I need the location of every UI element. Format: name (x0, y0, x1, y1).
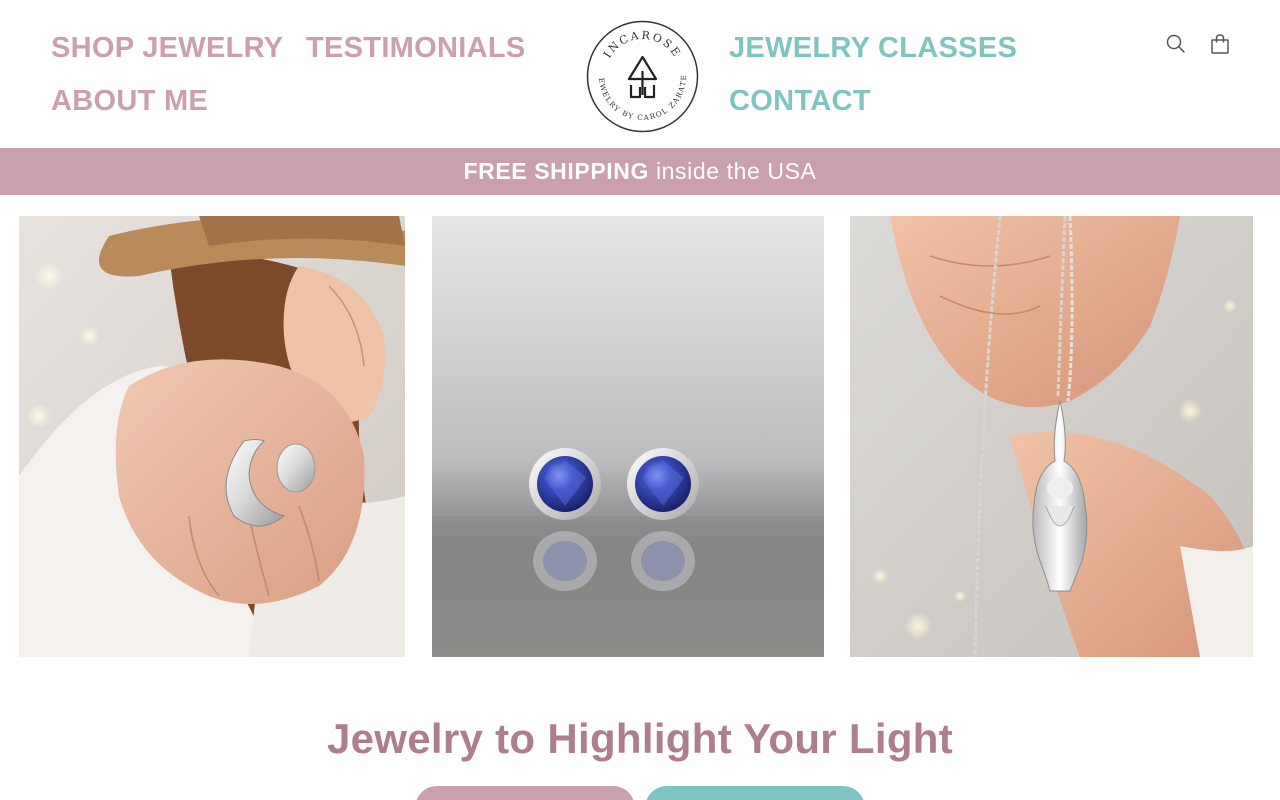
incarose-monogram-logo-icon: INCAROSE JEWELRY BY CAROL ZARATE (582, 12, 699, 133)
cart-button[interactable] (1207, 31, 1233, 57)
nav-testimonials[interactable]: TESTIMONIALS (306, 34, 526, 63)
classes-cta-button[interactable] (645, 786, 865, 800)
cart-icon (1211, 34, 1229, 54)
announcement-bold: FREE SHIPPING (463, 158, 649, 184)
nav-shop-jewelry[interactable]: SHOP JEWELRY (51, 34, 283, 63)
site-header: SHOP JEWELRY TESTIMONIALS ABOUT ME INCAR… (0, 0, 1280, 148)
search-button[interactable] (1163, 31, 1189, 57)
search-icon (1166, 34, 1185, 53)
announcement-bar: FREE SHIPPING inside the USA (0, 148, 1280, 195)
shop-cta-button[interactable] (415, 786, 635, 800)
nav-contact[interactable]: CONTACT (729, 87, 871, 116)
photo-gnome-necklace[interactable] (850, 216, 1253, 657)
photo-sapphire-earrings[interactable] (432, 216, 824, 657)
announcement-text: inside the USA (655, 158, 817, 184)
photo-moon-ring[interactable] (19, 216, 405, 657)
brand-logo[interactable]: INCAROSE JEWELRY BY CAROL ZARATE (582, 12, 700, 134)
nav-about-me[interactable]: ABOUT ME (51, 87, 208, 116)
nav-jewelry-classes[interactable]: JEWELRY CLASSES (729, 34, 1017, 63)
hero-headline: Jewelry to Highlight Your Light (326, 715, 954, 762)
